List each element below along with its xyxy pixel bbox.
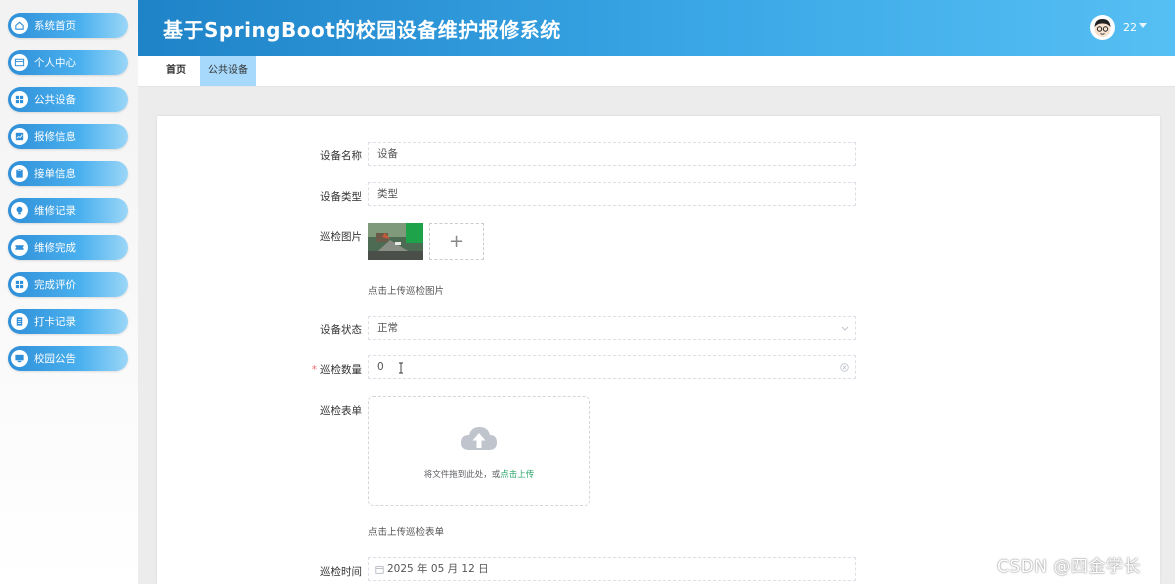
sidebar-item-order-info[interactable]: 接单信息 [8, 161, 128, 186]
home-icon [11, 17, 28, 34]
sheet-label: 巡检表单 [320, 405, 362, 417]
sidebar-item-label: 维修记录 [34, 205, 76, 217]
status-value: 正常 [377, 322, 398, 334]
plus-icon: + [448, 231, 465, 252]
sidebar-item-label: 打卡记录 [34, 316, 76, 328]
avatar-face-icon [1094, 19, 1111, 37]
sidebar-item-repair-done[interactable]: 维修完成 [8, 235, 128, 260]
document-icon [11, 313, 28, 330]
tabs-bar: 首页 公共设备 [138, 56, 1175, 87]
sidebar: 系统首页 个人中心 公共设备 报修信息 接单信息 维修记录 维修完成 完成评价 … [0, 0, 138, 584]
top-header: 基于SpringBoot的校园设备维护报修系统 22 [138, 0, 1175, 56]
sidebar-item-home[interactable]: 系统首页 [8, 13, 128, 38]
status-label: 设备状态 [320, 324, 362, 336]
device-name-input[interactable]: 设备 [368, 142, 856, 166]
sidebar-item-profile[interactable]: 个人中心 [8, 50, 128, 75]
tab-home[interactable]: 首页 [158, 56, 194, 86]
device-type-input[interactable]: 类型 [368, 182, 856, 206]
device-status-select[interactable]: 正常 [368, 316, 856, 340]
sidebar-item-label: 公共设备 [34, 94, 76, 106]
image-label: 巡检图片 [320, 231, 362, 243]
click-upload-link[interactable]: 点击上传 [500, 470, 534, 480]
sidebar-item-label: 接单信息 [34, 168, 76, 180]
profile-card-icon [11, 54, 28, 71]
file-drop-zone[interactable]: 将文件拖到此处，或点击上传 [368, 396, 590, 506]
inspection-image-thumbnail[interactable] [368, 223, 423, 260]
clipboard-icon [11, 165, 28, 182]
time-label: 巡检时间 [320, 566, 362, 578]
count-label: * 巡检数量 [311, 364, 362, 376]
avatar[interactable] [1090, 15, 1115, 40]
sheet-upload-hint: 点击上传巡检表单 [368, 527, 445, 538]
user-name[interactable]: 22 [1123, 21, 1137, 34]
name-label: 设备名称 [320, 150, 362, 162]
sidebar-item-public-devices[interactable]: 公共设备 [8, 87, 128, 112]
sidebar-item-label: 完成评价 [34, 279, 76, 291]
clear-icon[interactable] [840, 363, 849, 372]
type-label: 设备类型 [320, 191, 362, 203]
sidebar-item-label: 维修完成 [34, 242, 76, 254]
bulb-icon [11, 202, 28, 219]
upload-cloud-icon [461, 427, 497, 450]
watermark: CSDN @四金学长 [997, 557, 1141, 577]
sidebar-item-label: 个人中心 [34, 57, 76, 69]
sidebar-item-repair-records[interactable]: 维修记录 [8, 198, 128, 223]
app-title: 基于SpringBoot的校园设备维护报修系统 [163, 18, 561, 42]
image-upload-button[interactable]: + [429, 223, 484, 260]
tab-public-devices[interactable]: 公共设备 [200, 56, 256, 86]
monitor-icon [11, 350, 28, 367]
inspection-count-input[interactable]: 0 [368, 355, 856, 379]
date-value: 2025 年 05 月 12 日 [387, 563, 489, 575]
ticket-icon [11, 239, 28, 256]
grid-icon [11, 91, 28, 108]
chevron-down-icon[interactable] [1139, 23, 1147, 28]
chevron-down-icon [841, 326, 849, 331]
sidebar-item-label: 校园公告 [34, 353, 76, 365]
drop-zone-text: 将文件拖到此处，或点击上传 [423, 470, 535, 480]
required-mark: * [311, 364, 317, 376]
sidebar-item-checkin[interactable]: 打卡记录 [8, 309, 128, 334]
image-upload-hint: 点击上传巡检图片 [368, 286, 445, 297]
count-value: 0 [377, 361, 384, 373]
sidebar-item-label: 系统首页 [34, 20, 76, 32]
form-card: 设备名称 设备 设备类型 类型 巡检图片 + 点击上传巡检图片 设备状态 正常 … [157, 116, 1160, 584]
sidebar-item-evaluation[interactable]: 完成评价 [8, 272, 128, 297]
chart-icon [11, 128, 28, 145]
sidebar-item-repair-info[interactable]: 报修信息 [8, 124, 128, 149]
calendar-icon [375, 566, 384, 574]
grid-icon [11, 276, 28, 293]
sidebar-item-announcements[interactable]: 校园公告 [8, 346, 128, 371]
sidebar-item-label: 报修信息 [34, 131, 76, 143]
inspection-date-picker[interactable]: 2025 年 05 月 12 日 [368, 557, 856, 581]
text-cursor-icon [399, 362, 403, 374]
